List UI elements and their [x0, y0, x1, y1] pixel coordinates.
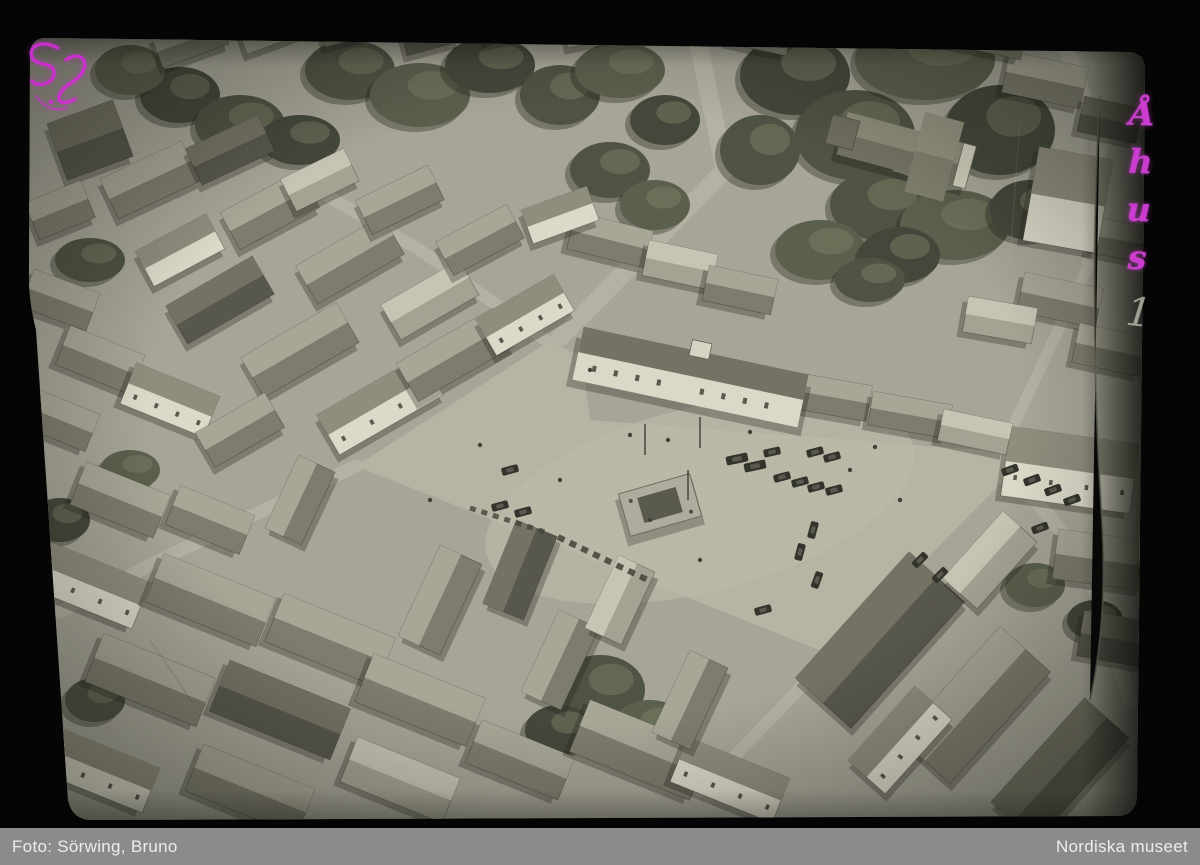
- film-grain: [20, 30, 1155, 828]
- film-corner-annotation: 52: [20, 36, 96, 122]
- archive-credit: Nordiska museet: [1056, 837, 1188, 857]
- scanned-photo-page: Aerial view over a town square lined wit…: [0, 0, 1200, 865]
- aerial-photo: Aerial view over a town square lined wit…: [0, 0, 1200, 828]
- photographer-credit: Foto: Sörwing, Bruno: [12, 837, 178, 857]
- caption-bar: Foto: Sörwing, Bruno Nordiska museet: [0, 828, 1200, 865]
- aerial-photo-scene: [13, 3, 1163, 828]
